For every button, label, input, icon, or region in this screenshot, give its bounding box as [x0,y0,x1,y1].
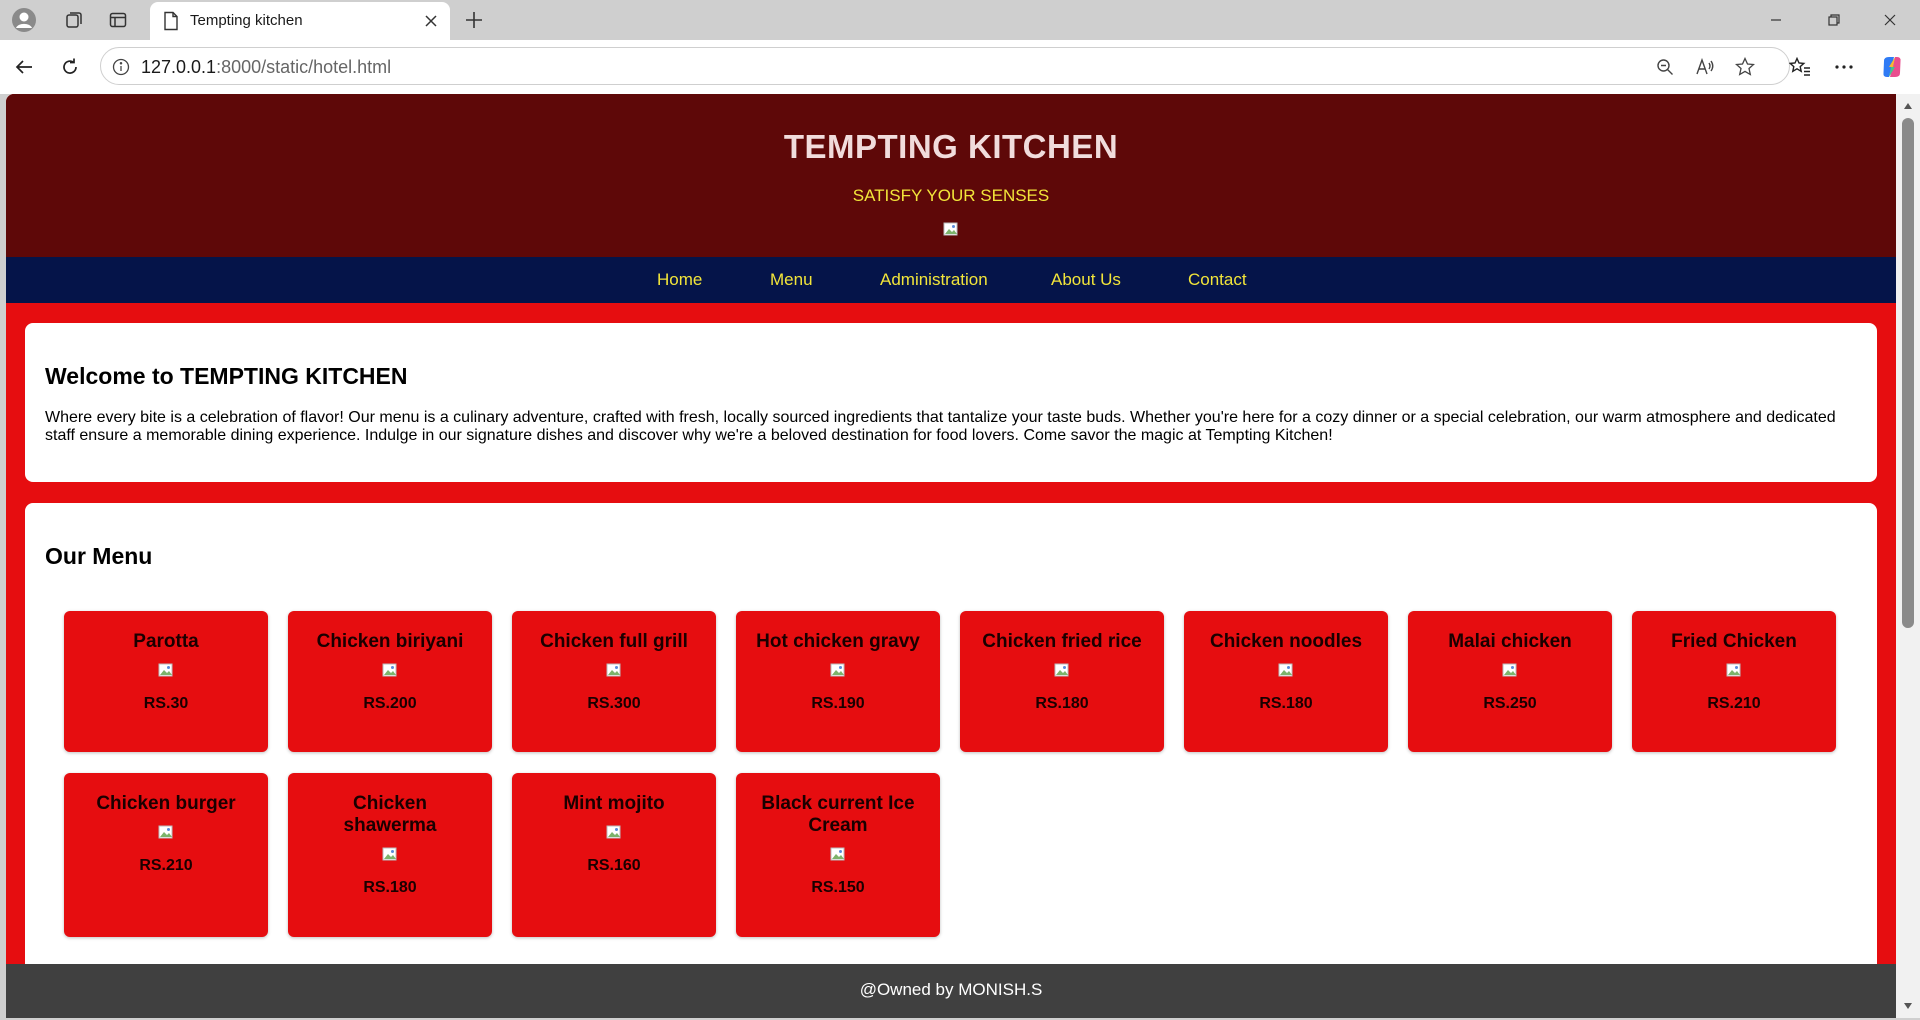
new-tab-icon[interactable] [456,2,492,38]
menu-item-name: Chicken full grill [540,631,688,652]
broken-food-image-icon [1502,663,1518,679]
zoom-out-icon[interactable] [1651,53,1679,81]
site-navigation: Home Menu Administration About Us Contac… [6,257,1896,303]
close-window-icon[interactable] [1862,0,1918,40]
menu-item-name: Hot chicken gravy [756,631,920,652]
menu-item-name: Mint mojito [563,793,665,814]
menu-item-price: RS.160 [587,857,641,874]
menu-item-name: Chicken fried rice [982,631,1142,652]
broken-food-image-icon [830,847,846,863]
scroll-down-arrow-icon[interactable] [1902,1000,1914,1012]
browser-toolbar: 127.0.0.1:8000/static/hotel.html [0,40,1920,94]
menu-item-price: RS.180 [1259,695,1313,712]
menu-item-price: RS.150 [811,879,865,896]
nav-link-administration[interactable]: Administration [880,270,988,290]
restore-icon[interactable] [1806,0,1862,40]
broken-food-image-icon [158,825,174,841]
more-menu-icon[interactable] [1826,49,1862,85]
menu-item[interactable]: Black current Ice Cream RS.150 [736,773,940,937]
menu-item[interactable]: Parotta RS.30 [64,611,268,752]
profile-icon[interactable] [6,2,42,38]
menu-item-name: Chicken biriyani [316,631,464,652]
menu-item[interactable]: Chicken burger RS.210 [64,773,268,937]
read-aloud-icon[interactable] [1691,53,1719,81]
collections-icon[interactable] [56,2,92,38]
menu-heading: Our Menu [45,543,153,569]
browser-tab-bar: Tempting kitchen [0,0,1920,40]
back-icon[interactable] [6,49,42,85]
vertical-tabs-icon[interactable] [100,2,136,38]
nav-link-contact[interactable]: Contact [1188,270,1247,290]
nav-link-menu[interactable]: Menu [770,270,813,290]
menu-item[interactable]: Fried Chicken RS.210 [1632,611,1836,752]
broken-food-image-icon [1054,663,1070,679]
menu-item[interactable]: Chicken full grill RS.300 [512,611,716,752]
menu-item-price: RS.200 [363,695,417,712]
favorites-icon[interactable] [1782,49,1818,85]
nav-link-about-us[interactable]: About Us [1051,270,1121,290]
site-info-icon[interactable] [107,53,135,81]
menu-item-price: RS.210 [1707,695,1761,712]
menu-item-name: Chicken shawerma [343,793,437,836]
page-viewport: TEMPTING KITCHEN SATISFY YOUR SENSES Hom… [6,94,1896,1018]
broken-food-image-icon [382,847,398,863]
refresh-icon[interactable] [52,49,88,85]
broken-food-image-icon [606,663,622,679]
scrollbar-thumb[interactable] [1902,118,1914,628]
menu-item-name: Fried Chicken [1671,631,1797,652]
url-host: 127.0.0.1 [141,57,217,77]
menu-item-price: RS.250 [1483,695,1537,712]
site-header: TEMPTING KITCHEN SATISFY YOUR SENSES [6,94,1896,257]
broken-food-image-icon [158,663,174,679]
site-footer: @Owned by MONISH.S [6,964,1896,1018]
page-icon [162,11,180,36]
welcome-heading: Welcome to TEMPTING KITCHEN [45,363,408,389]
menu-item-price: RS.180 [1035,695,1089,712]
close-tab-icon[interactable] [420,10,442,32]
url-path: :8000/static/hotel.html [216,57,392,77]
address-bar[interactable]: 127.0.0.1:8000/static/hotel.html [100,47,1790,85]
footer-text: @Owned by MONISH.S [859,980,1043,999]
tab-title: Tempting kitchen [190,12,303,29]
broken-food-image-icon [382,663,398,679]
broken-food-image-icon [606,825,622,841]
welcome-text: Where every bite is a celebration of fla… [45,409,1836,444]
scroll-up-arrow-icon[interactable] [1902,100,1914,112]
favorite-star-icon[interactable] [1731,53,1759,81]
minimize-icon[interactable] [1748,0,1804,40]
site-tagline: SATISFY YOUR SENSES [852,186,1050,205]
menu-item-price: RS.30 [143,695,189,712]
broken-food-image-icon [830,663,846,679]
broken-food-image-icon [1278,663,1294,679]
menu-item-price: RS.210 [139,857,193,874]
menu-item-price: RS.300 [587,695,641,712]
copilot-icon[interactable] [1874,49,1910,85]
menu-section: Our Menu Parotta RS.30 Chicken biriyani … [25,503,1877,1018]
broken-food-image-icon [1726,663,1742,679]
menu-item[interactable]: Mint mojito RS.160 [512,773,716,937]
nav-link-home[interactable]: Home [657,270,702,290]
menu-item[interactable]: Chicken shawerma RS.180 [288,773,492,937]
broken-logo-image-icon [943,222,959,238]
menu-item-name: Malai chicken [1448,631,1572,652]
active-tab[interactable]: Tempting kitchen [150,2,450,40]
menu-item[interactable]: Chicken noodles RS.180 [1184,611,1388,752]
menu-item[interactable]: Chicken biriyani RS.200 [288,611,492,752]
menu-item-name: Parotta [133,631,199,652]
menu-item[interactable]: Hot chicken gravy RS.190 [736,611,940,752]
menu-item-name: Chicken burger [96,793,236,814]
welcome-section: Welcome to TEMPTING KITCHEN Where every … [25,323,1877,482]
menu-item-name: Chicken noodles [1209,631,1363,652]
page-scrollbar[interactable] [1896,94,1920,1018]
menu-item-price: RS.180 [363,879,417,896]
menu-item[interactable]: Malai chicken RS.250 [1408,611,1612,752]
url-text: 127.0.0.1:8000/static/hotel.html [141,57,391,78]
menu-item[interactable]: Chicken fried rice RS.180 [960,611,1164,752]
menu-item-price: RS.190 [811,695,865,712]
site-title: TEMPTING KITCHEN [783,128,1119,165]
menu-item-name: Black current Ice Cream [761,793,915,836]
